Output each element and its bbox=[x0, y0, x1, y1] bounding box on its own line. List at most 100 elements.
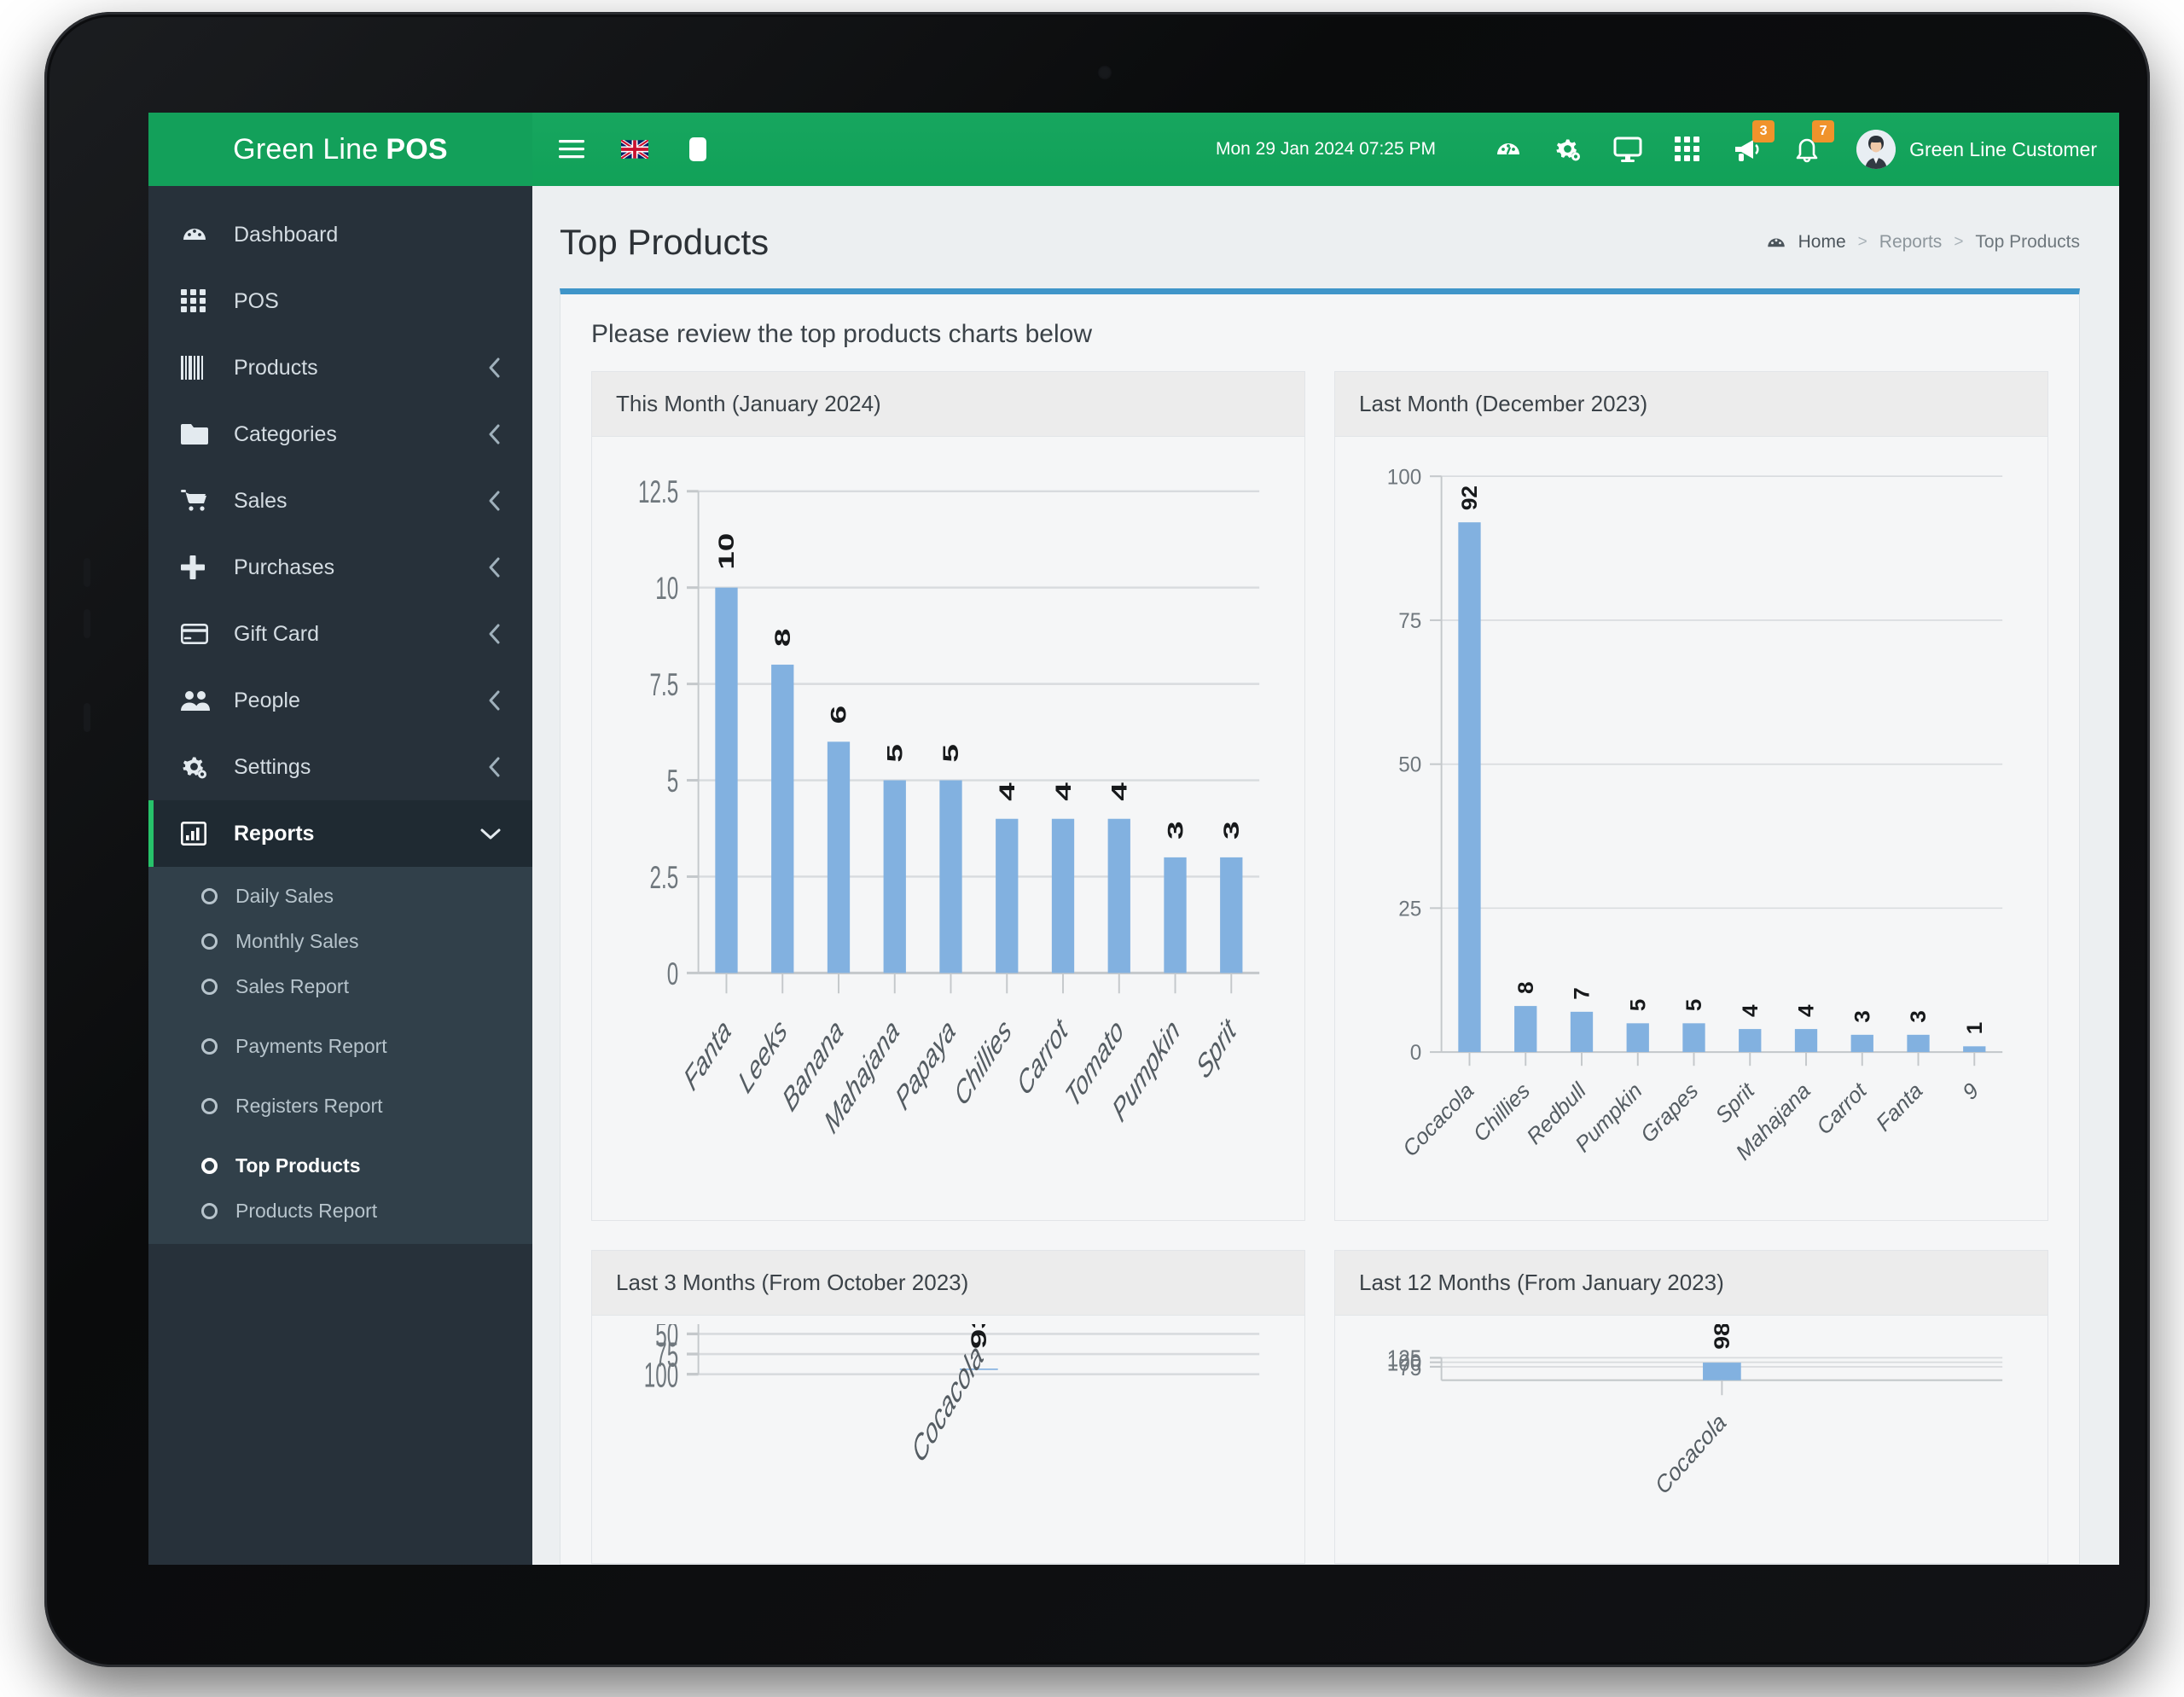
cart-icon bbox=[181, 489, 215, 513]
svg-text:4: 4 bbox=[1051, 782, 1076, 801]
tablet-screen: Green Line POS Mon 29 Jan 2024 07:25 PM … bbox=[148, 113, 2119, 1565]
svg-text:100: 100 bbox=[1387, 466, 1421, 489]
breadcrumb-reports[interactable]: Reports bbox=[1879, 232, 1943, 253]
sidebar-item-label: Products bbox=[234, 355, 318, 380]
submenu-item-sales-report[interactable]: Sales Report bbox=[148, 964, 532, 1009]
svg-text:Cocacola: Cocacola bbox=[1398, 1078, 1478, 1161]
sidebar-item-purchases[interactable]: Purchases bbox=[148, 534, 532, 601]
sidebar-item-pos[interactable]: POS bbox=[148, 268, 532, 334]
chevron-down-icon bbox=[479, 827, 502, 840]
submenu-item-label: Products Report bbox=[235, 1200, 378, 1222]
uk-flag-icon[interactable] bbox=[618, 132, 652, 166]
svg-text:6: 6 bbox=[827, 706, 851, 724]
sidebar-item-label: Sales bbox=[234, 488, 288, 513]
submenu-item-label: Sales Report bbox=[235, 975, 349, 997]
folder-icon bbox=[181, 423, 215, 445]
user-menu[interactable]: Green Line Customer bbox=[1856, 130, 2097, 169]
chevron-left-icon bbox=[488, 357, 502, 379]
body-row: Dashboard POS Products Categories Sales … bbox=[148, 186, 2119, 1565]
chart-card-last-3-months: Last 3 Months (From October 2023) 50 75 10… bbox=[591, 1250, 1305, 1564]
submenu-item-products-report[interactable]: Products Report bbox=[148, 1188, 532, 1234]
fullscreen-icon[interactable] bbox=[681, 132, 715, 166]
svg-text:8: 8 bbox=[770, 629, 795, 648]
submenu-item-payments-report[interactable]: Payments Report bbox=[148, 1024, 532, 1069]
page-title: Top Products bbox=[560, 222, 770, 262]
chart-title: Last 3 Months (From October 2023) bbox=[592, 1251, 1304, 1316]
bullet-circle-icon bbox=[201, 888, 218, 904]
monitor-icon[interactable] bbox=[1611, 132, 1645, 166]
svg-text:Fanta: Fanta bbox=[679, 1011, 735, 1097]
power-button[interactable] bbox=[84, 703, 90, 732]
svg-text:Papaya: Papaya bbox=[891, 1011, 960, 1117]
svg-text:2.5: 2.5 bbox=[650, 859, 679, 896]
svg-text:3: 3 bbox=[1908, 1010, 1931, 1023]
chart-canvas-last-12-months[interactable]: 75 100 125 98 Cocacola bbox=[1335, 1316, 2048, 1563]
chart-canvas-this-month[interactable]: 0 2.5 5 7.5 10 12.5 10 Fanta 8 Leeks 6 Banana 5 Mahaj… bbox=[592, 437, 1304, 1220]
svg-text:12.5: 12.5 bbox=[638, 474, 678, 510]
svg-text:Grapes: Grapes bbox=[1636, 1078, 1703, 1148]
submenu-item-label: Top Products bbox=[235, 1154, 361, 1177]
chevron-left-icon bbox=[488, 689, 502, 712]
svg-text:5: 5 bbox=[667, 763, 679, 799]
svg-text:1: 1 bbox=[1963, 1022, 1987, 1035]
sidebar-item-label: Purchases bbox=[234, 555, 335, 579]
svg-text:10: 10 bbox=[714, 533, 739, 570]
svg-text:4: 4 bbox=[1795, 1004, 1819, 1017]
sidebar-item-categories[interactable]: Categories bbox=[148, 401, 532, 468]
sidebar-item-label: Dashboard bbox=[234, 222, 339, 247]
avatar bbox=[1856, 130, 1896, 169]
sidebar-item-label: POS bbox=[234, 288, 279, 313]
speedometer-icon bbox=[1766, 232, 1786, 253]
svg-text:3: 3 bbox=[1851, 1010, 1875, 1023]
svg-text:5: 5 bbox=[1627, 999, 1651, 1012]
volume-down-button[interactable] bbox=[84, 609, 90, 638]
reports-submenu: Daily Sales Monthly Sales Sales Report P… bbox=[148, 867, 532, 1244]
sidebar-item-reports[interactable]: Reports bbox=[148, 800, 532, 867]
sidebar-item-people[interactable]: People bbox=[148, 667, 532, 734]
sidebar-item-label: Reports bbox=[234, 821, 315, 846]
sidebar-item-products[interactable]: Products bbox=[148, 334, 532, 401]
svg-text:75: 75 bbox=[1398, 610, 1421, 633]
navbar-left-group bbox=[555, 132, 715, 166]
hamburger-icon[interactable] bbox=[555, 132, 589, 166]
top-bar-row: Green Line POS Mon 29 Jan 2024 07:25 PM … bbox=[148, 113, 2119, 186]
volume-up-button[interactable] bbox=[84, 558, 90, 587]
megaphone-icon[interactable]: 3 bbox=[1730, 120, 1775, 166]
sidebar-item-sales[interactable]: Sales bbox=[148, 468, 532, 534]
sidebar-item-dashboard[interactable]: Dashboard bbox=[148, 201, 532, 268]
sidebar-nav: Dashboard POS Products Categories Sales … bbox=[148, 186, 532, 1565]
submenu-item-top-products[interactable]: Top Products bbox=[148, 1143, 532, 1188]
svg-text:5: 5 bbox=[938, 744, 963, 763]
submenu-item-daily-sales[interactable]: Daily Sales bbox=[148, 874, 532, 919]
svg-text:5: 5 bbox=[882, 744, 907, 763]
submenu-item-registers-report[interactable]: Registers Report bbox=[148, 1084, 532, 1129]
pos-application: Green Line POS Mon 29 Jan 2024 07:25 PM … bbox=[148, 113, 2119, 1565]
svg-text:Fanta: Fanta bbox=[1872, 1078, 1927, 1136]
chart-canvas-last-month[interactable]: 0 25 50 75 100 92 Cocacola 8 Chillies 7 Redbull 5 Pu… bbox=[1335, 437, 2048, 1220]
svg-text:Cocacola: Cocacola bbox=[908, 1336, 988, 1471]
brand-suffix: POS bbox=[386, 132, 448, 166]
sidebar-item-gift-card[interactable]: Gift Card bbox=[148, 601, 532, 667]
front-camera bbox=[1097, 65, 1112, 80]
submenu-divider bbox=[148, 1069, 532, 1084]
submenu-divider bbox=[148, 1129, 532, 1143]
main-content: Top Products Home > Reports > Top Produc… bbox=[532, 186, 2119, 1565]
submenu-item-monthly-sales[interactable]: Monthly Sales bbox=[148, 919, 532, 964]
gears-icon[interactable] bbox=[1551, 132, 1585, 166]
sidebar-item-label: Gift Card bbox=[234, 621, 320, 646]
barcode-icon bbox=[181, 356, 215, 380]
svg-text:3: 3 bbox=[1219, 821, 1244, 840]
submenu-item-label: Registers Report bbox=[235, 1095, 383, 1117]
chart-title: Last 12 Months (From January 2023) bbox=[1335, 1251, 2048, 1316]
svg-text:4: 4 bbox=[1739, 1004, 1763, 1017]
grid-apps-icon[interactable] bbox=[1670, 132, 1705, 166]
bell-icon[interactable]: 7 bbox=[1790, 120, 1835, 166]
brand-logo[interactable]: Green Line POS bbox=[148, 113, 532, 186]
chart-canvas-last-3-months[interactable]: 50 75 100 93 Cocacola bbox=[592, 1316, 1304, 1563]
sidebar-item-settings[interactable]: Settings bbox=[148, 734, 532, 800]
breadcrumb: Home > Reports > Top Products bbox=[1766, 232, 2080, 253]
dashboard-icon[interactable] bbox=[1491, 132, 1525, 166]
breadcrumb-home[interactable]: Home bbox=[1798, 232, 1846, 253]
bullet-circle-icon bbox=[201, 1203, 218, 1219]
report-panel: Please review the top products charts be… bbox=[560, 288, 2080, 1565]
